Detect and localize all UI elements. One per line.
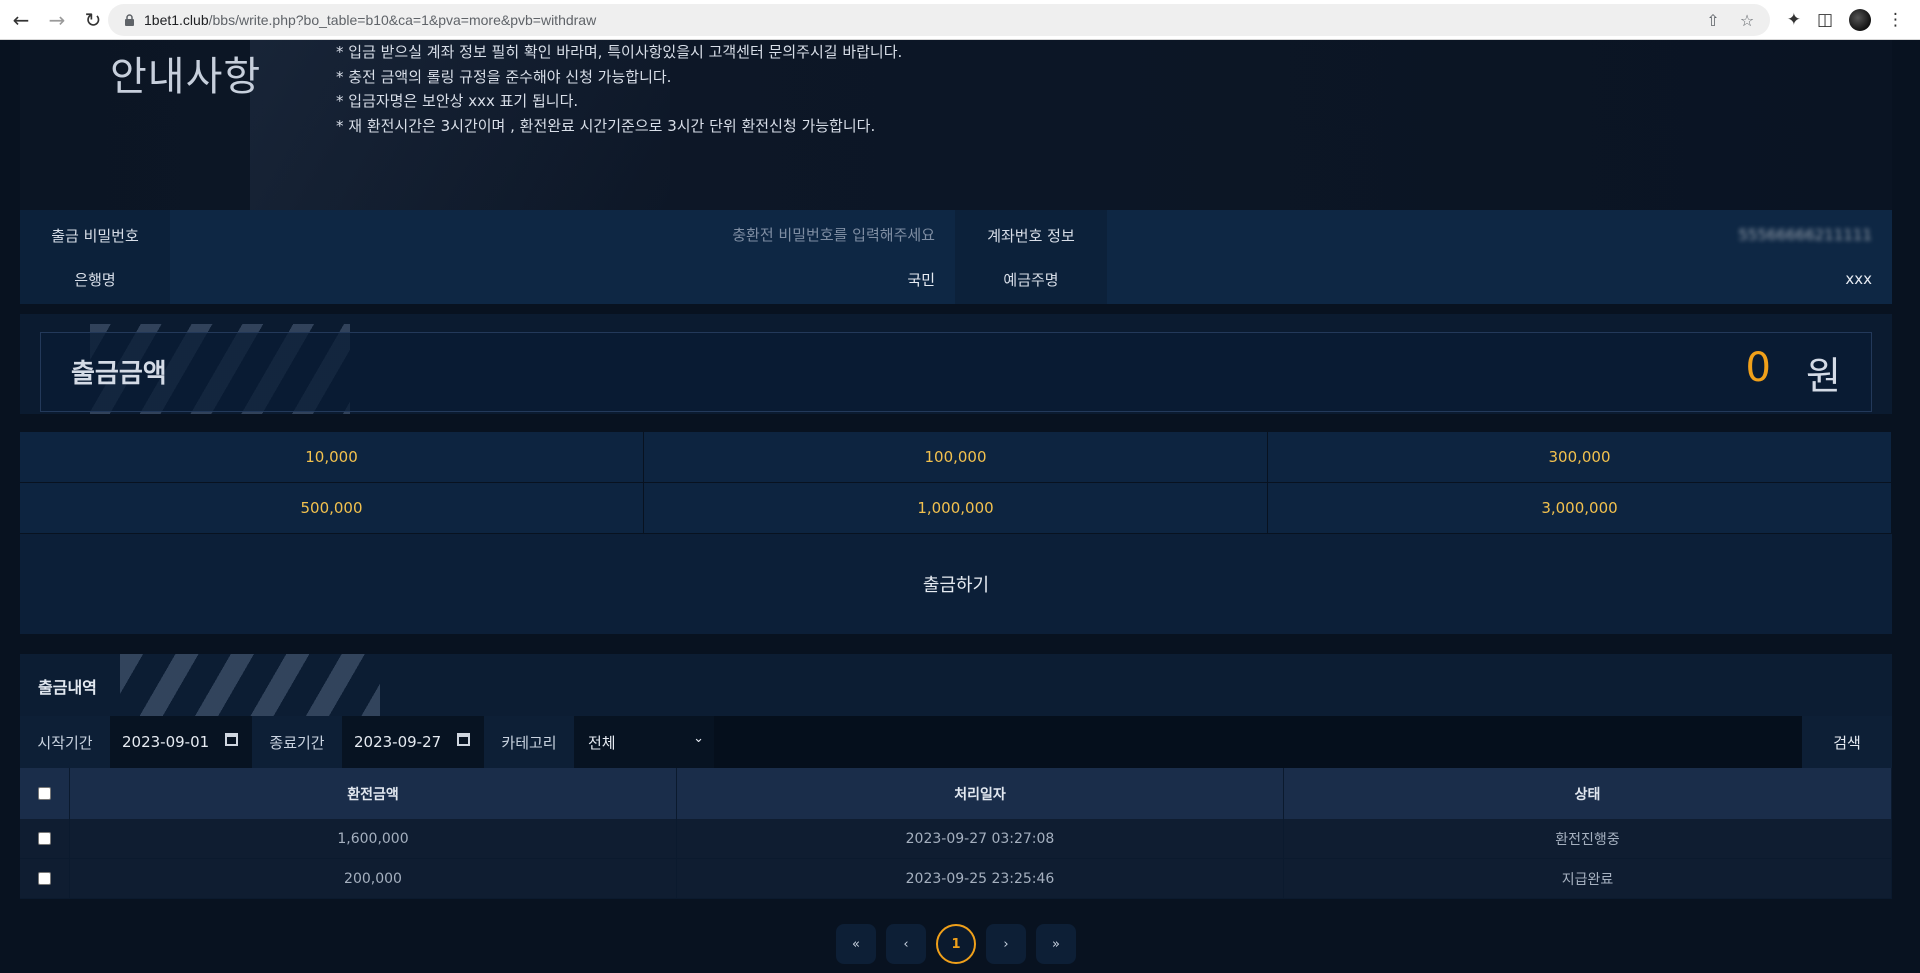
holder-value: xxx xyxy=(1107,254,1892,304)
chevron-down-icon: ⌄ xyxy=(693,731,704,746)
row-checkbox[interactable] xyxy=(38,832,51,845)
amount-box: 출금금액 0 원 xyxy=(40,332,1872,412)
account-number-value: 55566666211111 xyxy=(1738,226,1872,244)
end-date-label: 종료기간 xyxy=(252,716,342,768)
amount-unit: 원 xyxy=(1806,354,1841,398)
row-select-cell xyxy=(20,819,70,859)
reload-icon[interactable]: ↻ xyxy=(78,5,108,35)
next-page-button[interactable]: › xyxy=(986,924,1026,964)
withdraw-page: 안내사항 * 입금 받으실 계좌 정보 필히 확인 바라며, 특이사항있을시 고… xyxy=(20,40,1892,973)
url-host: 1bet1.club xyxy=(144,12,209,28)
notice-title: 안내사항 xyxy=(110,54,262,100)
history-table: 환전금액 처리일자 상태 1,600,000 2023-09-27 03:27:… xyxy=(20,768,1892,899)
calendar-icon[interactable] xyxy=(457,733,470,746)
row-status: 환전진행중 xyxy=(1284,819,1892,859)
quick-amount-button[interactable]: 300,000 xyxy=(1268,432,1892,483)
category-label: 카테고리 xyxy=(484,716,574,768)
bank-holder-row: 은행명 국민 예금주명 xxx xyxy=(20,254,1892,305)
row-date: 2023-09-25 23:25:46 xyxy=(677,859,1284,899)
table-header-row: 환전금액 처리일자 상태 xyxy=(20,768,1892,819)
quick-amount-button[interactable]: 10,000 xyxy=(20,432,644,483)
quick-amount-button[interactable]: 3,000,000 xyxy=(1268,483,1892,534)
last-page-button[interactable]: » xyxy=(1036,924,1076,964)
account-label: 계좌번호 정보 xyxy=(955,210,1107,260)
row-amount: 200,000 xyxy=(70,859,677,899)
withdraw-amount-section: 출금금액 0 원 xyxy=(20,314,1892,414)
row-select-cell xyxy=(20,859,70,899)
column-header-date: 처리일자 xyxy=(677,768,1284,819)
row-date: 2023-09-27 03:27:08 xyxy=(677,819,1284,859)
row-amount: 1,600,000 xyxy=(70,819,677,859)
amount-label: 출금금액 xyxy=(71,359,167,389)
withdraw-button[interactable]: 출금하기 xyxy=(20,534,1892,634)
browser-toolbar: ← → ↻ 1bet1.club/bbs/write.php?bo_table=… xyxy=(0,0,1920,40)
notice-section: 안내사항 * 입금 받으실 계좌 정보 필히 확인 바라며, 특이사항있을시 고… xyxy=(20,40,1892,210)
category-value: 전체 xyxy=(588,733,616,752)
notice-line: * 충전 금액의 롤링 규정을 준수해야 신청 가능합니다. xyxy=(336,67,672,86)
menu-kebab-icon[interactable]: ⋮ xyxy=(1887,10,1904,30)
side-panel-icon[interactable]: ◫ xyxy=(1817,10,1833,30)
column-header-amount: 환전금액 xyxy=(70,768,677,819)
url-path: /bbs/write.php?bo_table=b10&ca=1&pva=mor… xyxy=(208,12,597,28)
password-label: 출금 비밀번호 xyxy=(20,210,170,260)
end-date-input[interactable]: 2023-09-27 xyxy=(342,716,484,768)
stripe-decoration xyxy=(120,654,380,716)
amount-value: 0 xyxy=(1745,345,1771,391)
table-row: 200,000 2023-09-25 23:25:46 지급완료 xyxy=(20,859,1892,899)
start-date-label: 시작기간 xyxy=(20,716,110,768)
category-select[interactable]: 전체 ⌄ xyxy=(574,716,714,768)
bank-value: 국민 xyxy=(170,254,955,304)
bookmark-star-icon[interactable]: ☆ xyxy=(1738,11,1756,30)
end-date-value: 2023-09-27 xyxy=(354,733,442,751)
share-icon[interactable]: ⇧ xyxy=(1704,11,1722,30)
password-field-wrap xyxy=(170,210,955,260)
notice-line: * 입금자명은 보안상 xxx 표기 됩니다. xyxy=(336,92,579,110)
quick-amount-button[interactable]: 100,000 xyxy=(644,432,1268,483)
notice-lines: * 입금 받으실 계좌 정보 필히 확인 바라며, 특이사항있을시 고객센터 문… xyxy=(336,40,902,138)
history-header: 출금내역 xyxy=(20,654,1892,716)
pagination: « ‹ 1 › » xyxy=(20,924,1892,964)
first-page-button[interactable]: « xyxy=(836,924,876,964)
url-text: 1bet1.club/bbs/write.php?bo_table=b10&ca… xyxy=(144,12,596,28)
history-filter-row: 시작기간 2023-09-01 종료기간 2023-09-27 카테고리 전체 … xyxy=(20,716,1892,768)
select-all-checkbox[interactable] xyxy=(38,787,51,800)
filter-spacer xyxy=(714,716,1802,768)
bank-label: 은행명 xyxy=(20,254,170,304)
history-title: 출금내역 xyxy=(38,678,97,697)
lock-icon xyxy=(122,13,136,27)
calendar-icon[interactable] xyxy=(225,733,238,746)
holder-label: 예금주명 xyxy=(955,254,1107,304)
row-status: 지급완료 xyxy=(1284,859,1892,899)
table-row: 1,600,000 2023-09-27 03:27:08 환전진행중 xyxy=(20,819,1892,859)
column-header-status: 상태 xyxy=(1284,768,1892,819)
row-checkbox[interactable] xyxy=(38,872,51,885)
current-page-button[interactable]: 1 xyxy=(936,924,976,964)
address-bar[interactable]: 1bet1.club/bbs/write.php?bo_table=b10&ca… xyxy=(108,4,1770,36)
extensions-icon[interactable]: ✦ xyxy=(1787,10,1801,30)
notice-line: * 입금 받으실 계좌 정보 필히 확인 바라며, 특이사항있을시 고객센터 문… xyxy=(336,43,903,61)
quick-amount-grid: 10,000 100,000 300,000 500,000 1,000,000… xyxy=(20,432,1892,534)
prev-page-button[interactable]: ‹ xyxy=(886,924,926,964)
password-input[interactable] xyxy=(170,226,935,244)
quick-amount-button[interactable]: 1,000,000 xyxy=(644,483,1268,534)
quick-amount-button[interactable]: 500,000 xyxy=(20,483,644,534)
select-all-cell xyxy=(20,768,70,819)
start-date-value: 2023-09-01 xyxy=(122,733,210,751)
search-button[interactable]: 검색 xyxy=(1802,716,1892,768)
notice-line: * 재 환전시간은 3시간이며 , 환전완료 시간기준으로 3시간 단위 환전신… xyxy=(336,116,876,135)
account-value-wrap: 55566666211111 xyxy=(1107,210,1892,260)
back-icon[interactable]: ← xyxy=(6,5,36,35)
profile-avatar[interactable] xyxy=(1849,9,1871,31)
forward-icon[interactable]: → xyxy=(42,5,72,35)
start-date-input[interactable]: 2023-09-01 xyxy=(110,716,252,768)
